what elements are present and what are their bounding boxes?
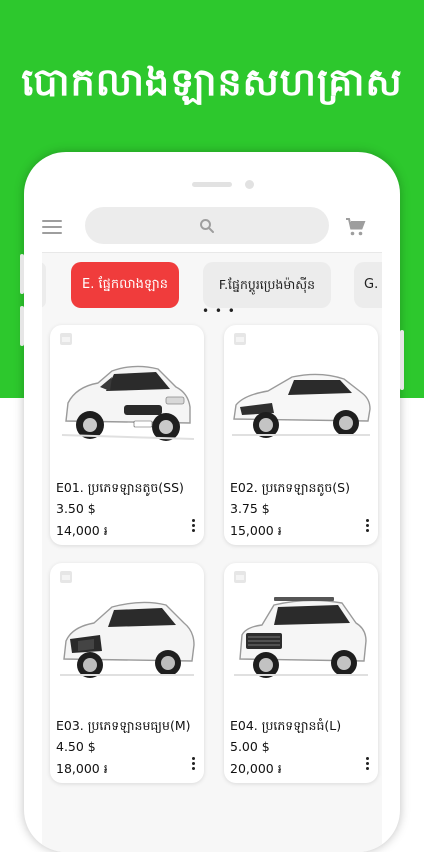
product-title: E03. ប្រភេទឡានមធ្យម(M)	[56, 718, 191, 733]
phone-mockup: E. ផ្នែកលាងឡាន F.ផ្នែកប្តូរប្រេងម៉ាស៊ីន …	[24, 152, 400, 852]
product-price-riel: 18,000 ៛	[56, 761, 108, 776]
search-icon	[200, 219, 214, 233]
product-card[interactable]: E04. ប្រភេទឡានធំ(L) 5.00 $ 20,000 ៛	[224, 563, 378, 783]
category-chip-previous[interactable]	[42, 262, 46, 308]
app-bar	[42, 204, 382, 253]
product-title: E04. ប្រភេទឡានធំ(L)	[230, 718, 342, 733]
car-image-sedan	[232, 373, 371, 438]
more-options-icon[interactable]	[192, 519, 196, 533]
image-placeholder-icon	[60, 571, 72, 583]
app-screen: E. ផ្នែកលាងឡាន F.ផ្នែកប្តូរប្រេងម៉ាស៊ីន …	[42, 204, 382, 852]
phone-power-button	[400, 330, 404, 390]
category-chip-oil-change[interactable]: F.ផ្នែកប្តូរប្រេងម៉ាស៊ីន	[203, 262, 331, 308]
phone-speaker	[192, 182, 232, 187]
category-chip-next[interactable]: G. ផ្នែ	[354, 262, 382, 308]
image-placeholder-icon	[60, 333, 72, 345]
car-image-hatchback	[61, 365, 195, 441]
phone-volume-button	[20, 306, 24, 346]
image-placeholder-icon	[234, 571, 246, 583]
cart-icon[interactable]	[344, 215, 368, 239]
more-options-icon[interactable]	[366, 519, 370, 533]
more-options-icon[interactable]	[366, 757, 370, 771]
product-card[interactable]: E02. ប្រភេទឡានតូច(S) 3.75 $ 15,000 ៛	[224, 325, 378, 545]
product-price-usd: 5.00 $	[230, 739, 270, 754]
car-image-crossover	[60, 601, 195, 678]
product-title: E01. ប្រភេទឡានតូច(SS)	[56, 480, 184, 495]
category-chip-car-wash[interactable]: E. ផ្នែកលាងឡាន	[71, 262, 179, 308]
banner-headline: បោកលាងឡានសហគ្រាស	[21, 60, 403, 104]
more-options-icon[interactable]	[192, 757, 196, 771]
product-price-riel: 20,000 ៛	[230, 761, 282, 776]
product-price-usd: 3.50 $	[56, 501, 96, 516]
product-price-usd: 4.50 $	[56, 739, 96, 754]
image-placeholder-icon	[234, 333, 246, 345]
product-price-usd: 3.75 $	[230, 501, 270, 516]
product-price-riel: 14,000 ៛	[56, 523, 108, 538]
product-card[interactable]: E03. ប្រភេទឡានមធ្យម(M) 4.50 $ 18,000 ៛	[50, 563, 204, 783]
phone-volume-button	[20, 254, 24, 294]
product-title: E02. ប្រភេទឡានតូច(S)	[230, 480, 350, 495]
menu-icon[interactable]	[42, 220, 62, 234]
car-image-large-suv	[234, 597, 368, 678]
phone-camera	[245, 180, 254, 189]
search-input[interactable]	[85, 207, 329, 244]
product-price-riel: 15,000 ៛	[230, 523, 282, 538]
product-card[interactable]: E01. ប្រភេទឡានតូច(SS) 3.50 $ 14,000 ៛	[50, 325, 204, 545]
chip-overflow-indicator: • • •	[202, 304, 236, 318]
